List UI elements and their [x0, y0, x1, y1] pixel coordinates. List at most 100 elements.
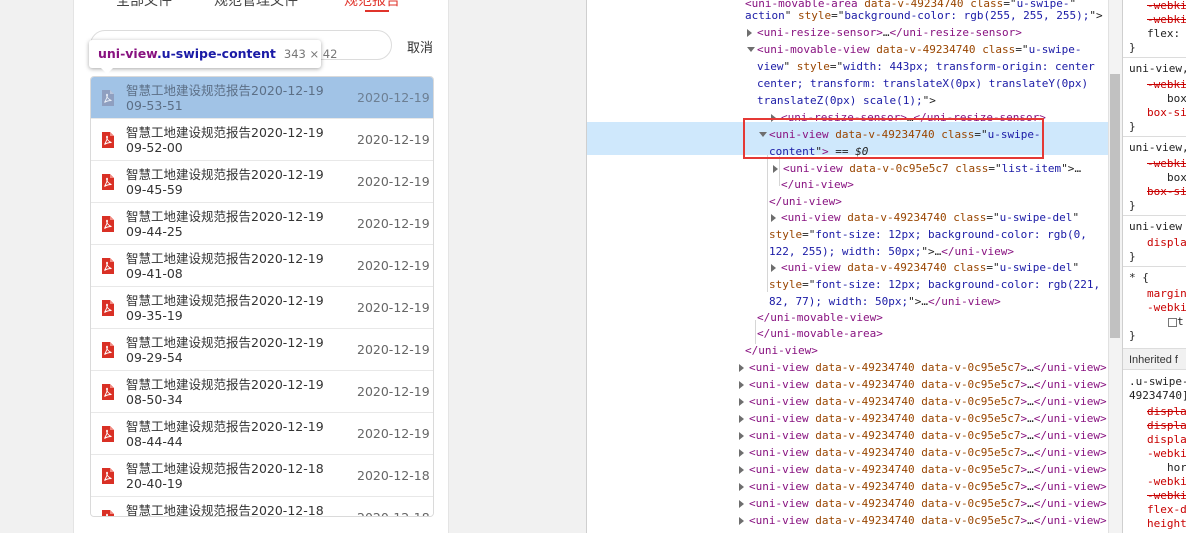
- dom-token: </uni-view>: [1033, 429, 1107, 442]
- tooltip-class: .u-swipe-content: [156, 46, 276, 61]
- dom-token: data-v-49234740: [815, 395, 922, 408]
- expand-triangle-icon[interactable]: [771, 264, 776, 272]
- tab-all-files[interactable]: 全部文件: [116, 0, 172, 10]
- file-title: 智慧工地建设规范报告2020-12-19 08-50-34: [126, 377, 324, 407]
- expand-triangle-icon[interactable]: [739, 398, 744, 406]
- expand-triangle-icon[interactable]: [739, 466, 744, 474]
- dom-node-line[interactable]: 82, 77); width: 50px;">…</uni-view>: [587, 293, 1109, 310]
- dom-token: …: [1027, 446, 1034, 459]
- tab-spec-files[interactable]: 规范管理文件: [214, 0, 298, 10]
- dom-token: <uni-view: [749, 378, 816, 391]
- list-item[interactable]: 智慧工地建设规范报告2020-12-19 09-29-54 2020-12-19: [91, 329, 433, 371]
- list-item[interactable]: 智慧工地建设规范报告2020-12-19 09-53-51 2020-12-19: [91, 77, 433, 119]
- file-date: 2020-12-18: [357, 468, 430, 483]
- dom-node-text: translateZ(0px) scale(1);">: [757, 92, 936, 109]
- dom-node-line[interactable]: <uni-view data-v-49234740 data-v-0c95e5c…: [587, 478, 1109, 495]
- dom-token: =": [986, 261, 1000, 274]
- dom-node-line[interactable]: <uni-movable-view data-v-49234740 class=…: [587, 41, 1109, 58]
- dom-token: =": [831, 9, 845, 22]
- dom-node-line[interactable]: </uni-view>: [587, 193, 1109, 210]
- dom-node-line[interactable]: <uni-view data-v-49234740 class="u-swipe…: [587, 209, 1109, 226]
- list-item[interactable]: 智慧工地建设规范报告2020-12-18 20-40-19 2020-12-18: [91, 455, 433, 497]
- inherited-style-line: -webki: [1147, 475, 1186, 488]
- style-rule-line: -webki: [1147, 0, 1186, 12]
- dom-token: </uni-view>: [1033, 446, 1107, 459]
- expand-triangle-icon[interactable]: [747, 29, 752, 37]
- devtools-elements-panel: ••• <uni-movable-area data-v-49234740 cl…: [586, 0, 1110, 533]
- elements-scrollbar-thumb[interactable]: [1110, 74, 1120, 338]
- dom-token: ": [1072, 261, 1080, 274]
- active-tab-indicator: [365, 10, 389, 12]
- dom-token: …: [1027, 395, 1034, 408]
- dom-node-line[interactable]: </uni-view>: [587, 342, 1109, 359]
- dom-node-line[interactable]: translateZ(0px) scale(1);">: [587, 92, 1109, 109]
- expand-triangle-icon[interactable]: [739, 500, 744, 508]
- dom-node-line[interactable]: <uni-resize-sensor>…</uni-resize-sensor>: [587, 24, 1109, 41]
- dom-node-line[interactable]: <uni-view data-v-49234740 data-v-0c95e5c…: [587, 512, 1109, 529]
- dom-node-line[interactable]: <uni-view data-v-49234740 data-v-0c95e5c…: [587, 393, 1109, 410]
- dom-node-line[interactable]: <uni-view data-v-49234740 data-v-0c95e5c…: [587, 444, 1109, 461]
- dom-node-line[interactable]: <uni-view data-v-49234740 data-v-0c95e5c…: [587, 461, 1109, 478]
- cancel-button[interactable]: 取消: [407, 37, 433, 56]
- dom-token: class: [982, 43, 1016, 56]
- expand-triangle-icon[interactable]: [739, 432, 744, 440]
- expand-triangle-icon[interactable]: [739, 415, 744, 423]
- dom-node-line[interactable]: <uni-view data-v-49234740 data-v-0c95e5c…: [587, 495, 1109, 512]
- dom-node-line[interactable]: style="font-size: 12px; background-color…: [587, 226, 1109, 243]
- style-rule-line: -webki: [1147, 157, 1186, 170]
- list-item[interactable]: 智慧工地建设规范报告2020-12-18 2020-12-18: [91, 497, 433, 516]
- dom-node-text: <uni-view data-v-49234740 data-v-0c95e5c…: [749, 529, 1107, 533]
- collapse-triangle-icon[interactable]: [747, 47, 755, 52]
- list-item[interactable]: 智慧工地建设规范报告2020-12-19 08-44-44 2020-12-19: [91, 413, 433, 455]
- dom-node-line[interactable]: </uni-movable-view>: [587, 309, 1109, 326]
- expand-triangle-icon[interactable]: [739, 381, 744, 389]
- dom-node-line[interactable]: </uni-movable-area>: [587, 325, 1109, 342]
- expand-triangle-icon[interactable]: [771, 214, 776, 222]
- dom-node-line[interactable]: <uni-view data-v-49234740 data-v-0c95e5c…: [587, 529, 1109, 533]
- dom-node-line[interactable]: <uni-view data-v-49234740 data-v-0c95e5c…: [587, 410, 1109, 427]
- dom-node-line[interactable]: action" style="background-color: rgb(255…: [587, 7, 1109, 24]
- expand-triangle-icon[interactable]: [739, 364, 744, 372]
- style-rule-line: box-si: [1147, 185, 1186, 198]
- dom-node-line[interactable]: center; transform: translateX(0px) trans…: [587, 75, 1109, 92]
- dom-node-line[interactable]: <uni-view data-v-49234740 data-v-0c95e5c…: [587, 376, 1109, 393]
- list-item[interactable]: 智慧工地建设规范报告2020-12-19 09-45-59 2020-12-19: [91, 161, 433, 203]
- list-item[interactable]: 智慧工地建设规范报告2020-12-19 09-35-19 2020-12-19: [91, 287, 433, 329]
- inherited-style-line: hor: [1167, 461, 1186, 474]
- dom-node-line[interactable]: <uni-view data-v-49234740 data-v-0c95e5c…: [587, 427, 1109, 444]
- tab-spec-report[interactable]: 规范报告: [344, 0, 400, 10]
- dom-token: data-v-0c95e5c7: [921, 412, 1021, 425]
- dom-token: width: 443px; transform-origin: center: [843, 60, 1095, 73]
- list-item[interactable]: 智慧工地建设规范报告2020-12-19 09-44-25 2020-12-19: [91, 203, 433, 245]
- dom-token: ">: [1089, 9, 1103, 22]
- style-divider: [1123, 57, 1186, 58]
- dom-token: translateZ(0px) scale(1);: [757, 94, 923, 107]
- pdf-file-icon: [101, 132, 115, 148]
- expand-triangle-icon[interactable]: [773, 165, 778, 173]
- dom-token: data-v-0c95e5c7: [921, 497, 1021, 510]
- file-date: 2020-12-19: [357, 90, 430, 105]
- dom-token: …: [1027, 412, 1034, 425]
- expand-triangle-icon[interactable]: [739, 483, 744, 491]
- dom-node-line[interactable]: <uni-view data-v-49234740 class="u-swipe…: [587, 259, 1109, 276]
- dom-node-line[interactable]: </uni-view>: [587, 176, 1109, 193]
- dom-node-line[interactable]: view" style="width: 443px; transform-ori…: [587, 58, 1109, 75]
- dom-token: data-v-0c95e5c7: [921, 395, 1021, 408]
- dom-node-line[interactable]: style="font-size: 12px; background-color…: [587, 276, 1109, 293]
- style-rule-line: }: [1129, 199, 1136, 212]
- expand-triangle-icon[interactable]: [739, 449, 744, 457]
- dom-token: action: [745, 9, 785, 22]
- inspector-tooltip: uni-view.u-swipe-content 343 × 42: [89, 40, 337, 68]
- list-item[interactable]: 智慧工地建设规范报告2020-12-19 09-52-00 2020-12-19: [91, 119, 433, 161]
- list-item[interactable]: 智慧工地建设规范报告2020-12-19 08-50-34 2020-12-19: [91, 371, 433, 413]
- dom-token: ">: [922, 94, 936, 107]
- expand-triangle-icon[interactable]: [739, 517, 744, 525]
- dom-node-text: <uni-view data-v-49234740 data-v-0c95e5c…: [749, 478, 1107, 495]
- style-toggle-checkbox[interactable]: [1168, 318, 1177, 327]
- dom-node-line[interactable]: <uni-view data-v-49234740 data-v-0c95e5c…: [587, 359, 1109, 376]
- list-item[interactable]: 智慧工地建设规范报告2020-12-19 09-41-08 2020-12-19: [91, 245, 433, 287]
- dom-token: …: [921, 295, 928, 308]
- dom-node-line[interactable]: <uni-view data-v-0c95e5c7 class="list-it…: [587, 160, 1109, 177]
- dom-node-line[interactable]: 122, 255); width: 50px;">…</uni-view>: [587, 243, 1109, 260]
- dom-token: style: [796, 60, 830, 73]
